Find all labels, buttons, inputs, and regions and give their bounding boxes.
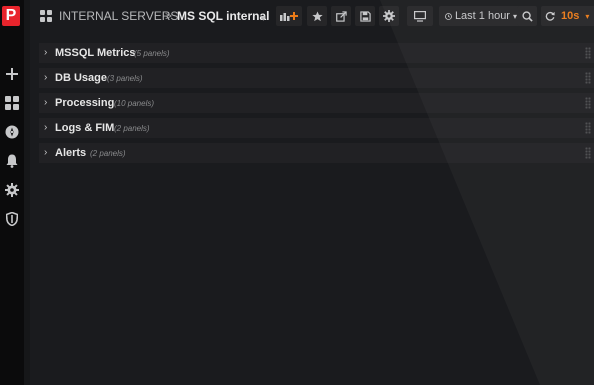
dashboard-row[interactable]: › Logs & FIM (2 panels)	[39, 118, 594, 138]
drag-handle-icon[interactable]	[585, 147, 591, 159]
side-menu: P	[0, 0, 24, 385]
dashboard-row[interactable]: › Processing (10 panels)	[39, 93, 594, 113]
clock-icon	[445, 12, 452, 20]
add-panel-icon	[280, 12, 298, 21]
row-title[interactable]: MSSQL Metrics	[55, 46, 136, 60]
row-panel-count: (5 panels)	[134, 49, 170, 58]
chevron-down-icon[interactable]: ▾	[261, 11, 266, 25]
save-icon	[359, 10, 371, 22]
monitor-icon	[414, 10, 426, 22]
row-panel-count: (3 panels)	[107, 74, 143, 83]
gear-icon	[383, 10, 395, 22]
alerting-icon[interactable]	[4, 153, 20, 169]
row-title[interactable]: Processing	[55, 96, 114, 110]
chevron-right-icon[interactable]: ›	[44, 46, 47, 60]
zoom-out-button[interactable]	[517, 6, 537, 26]
refresh-interval[interactable]: 10s	[561, 10, 579, 22]
dashboard-row[interactable]: › DB Usage (3 panels)	[39, 68, 594, 88]
dashboards-icon[interactable]	[4, 95, 20, 111]
settings-button[interactable]	[379, 6, 399, 26]
navbar: INTERNAL SERVERS > MS SQL internal ▾ Las…	[30, 0, 594, 32]
breadcrumb-separator: >	[165, 9, 173, 23]
row-panel-count: (10 panels)	[114, 99, 155, 108]
search-icon	[521, 10, 533, 22]
drag-handle-icon[interactable]	[585, 47, 591, 59]
row-title[interactable]: Alerts	[55, 146, 86, 160]
drag-handle-icon[interactable]	[585, 122, 591, 134]
configuration-icon[interactable]	[4, 182, 20, 198]
dashboard-title[interactable]: MS SQL internal	[177, 9, 269, 23]
chevron-down-icon: ▾	[585, 11, 590, 21]
share-button[interactable]	[331, 6, 351, 26]
drag-handle-icon[interactable]	[585, 72, 591, 84]
dashboard-grid-icon	[40, 10, 52, 22]
shield-icon[interactable]	[4, 211, 20, 227]
drag-handle-icon[interactable]	[585, 97, 591, 109]
tv-mode-button[interactable]	[407, 6, 433, 26]
time-range-label: Last 1 hour	[454, 10, 510, 22]
save-button[interactable]	[355, 6, 375, 26]
add-panel-button[interactable]	[276, 6, 302, 26]
time-picker[interactable]: Last 1 hour ▾	[439, 6, 523, 26]
row-panel-count: (2 panels)	[114, 124, 150, 133]
share-icon	[335, 10, 347, 22]
row-title[interactable]: DB Usage	[55, 71, 107, 85]
row-title[interactable]: Logs & FIM	[55, 121, 114, 135]
star-icon	[311, 10, 323, 21]
chevron-right-icon[interactable]: ›	[44, 121, 47, 135]
breadcrumb-folder[interactable]: INTERNAL SERVERS	[59, 9, 178, 23]
explore-icon[interactable]	[4, 124, 20, 140]
dashboard-row[interactable]: › Alerts (2 panels)	[39, 143, 594, 163]
dashboard-rows: › MSSQL Metrics (5 panels) › DB Usage (3…	[39, 43, 594, 168]
chevron-right-icon[interactable]: ›	[44, 96, 47, 110]
app-logo[interactable]: P	[2, 6, 20, 26]
create-icon[interactable]	[4, 66, 20, 82]
star-button[interactable]	[307, 6, 327, 26]
dashboard-area: INTERNAL SERVERS > MS SQL internal ▾ Las…	[30, 0, 594, 385]
chevron-right-icon[interactable]: ›	[44, 71, 47, 85]
dashboard-row[interactable]: › MSSQL Metrics (5 panels)	[39, 43, 594, 63]
chevron-right-icon[interactable]: ›	[44, 146, 47, 160]
refresh-icon	[545, 11, 555, 21]
row-panel-count: (2 panels)	[90, 149, 126, 158]
refresh-button[interactable]: 10s ▾	[541, 6, 594, 26]
